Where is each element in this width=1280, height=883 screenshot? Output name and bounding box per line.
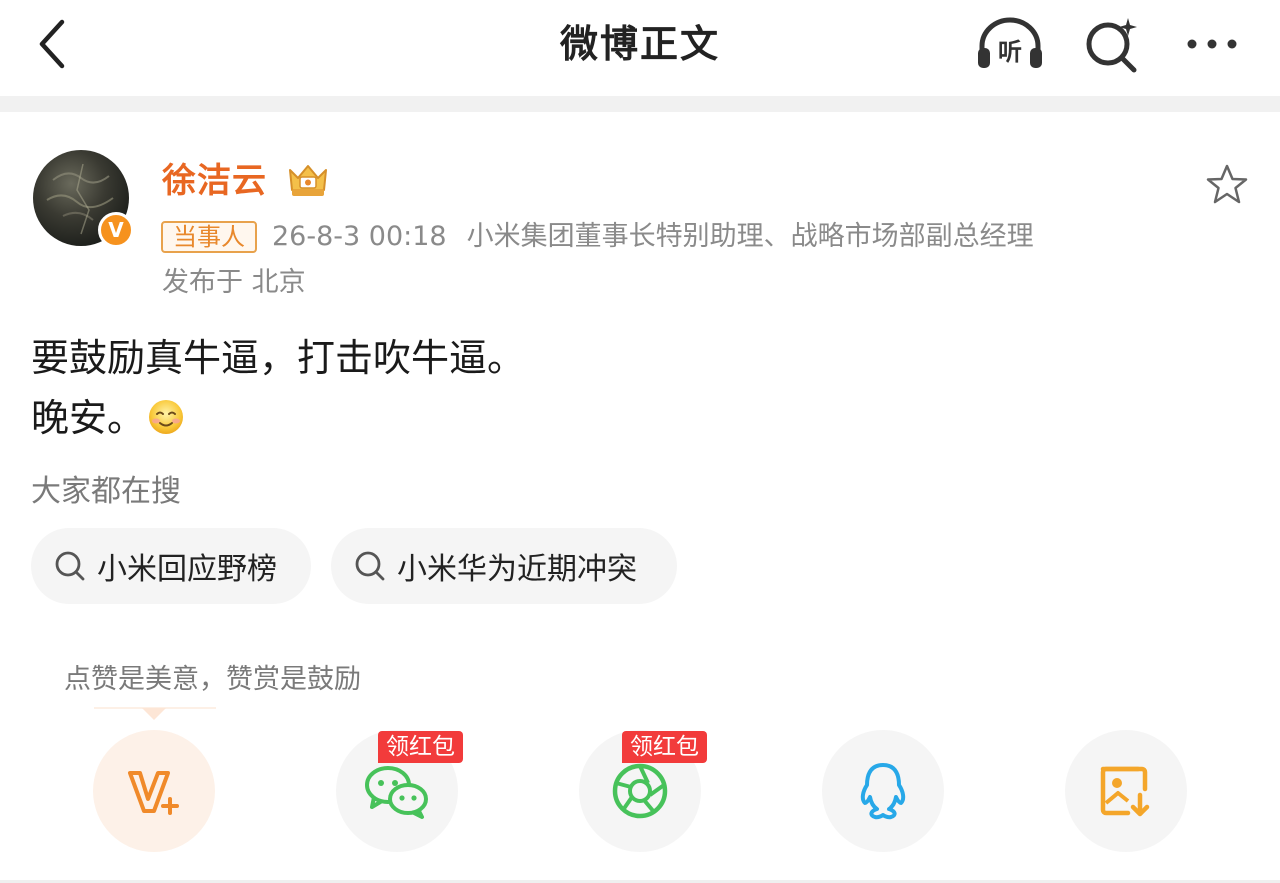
hot-search-chip-label: 小米华为近期冲突 <box>397 552 637 587</box>
listen-button[interactable]: 听 <box>974 12 1046 76</box>
chevron-left-icon <box>39 19 65 69</box>
share-qq-button[interactable] <box>822 730 944 852</box>
hot-search-chip-label: 小米回应野榜 <box>97 552 277 587</box>
save-image-button[interactable] <box>1065 730 1187 852</box>
reward-v-icon <box>128 771 179 815</box>
favorite-button[interactable] <box>1200 158 1254 212</box>
author-title: 小米集团董事长特别助理、战略市场部副总经理 <box>466 221 1034 252</box>
content-line: 要鼓励真牛逼，打击吹牛逼。 <box>31 336 526 380</box>
party-tag: 当事人 <box>161 221 257 253</box>
reward-button[interactable] <box>93 730 215 852</box>
hot-search-title: 大家都在搜 <box>31 474 181 509</box>
hot-search-chip[interactable]: 小米回应野榜 <box>31 528 311 604</box>
back-button[interactable] <box>22 14 82 74</box>
more-dots-icon <box>1187 39 1237 49</box>
post-location: 发布于 北京 <box>162 267 306 298</box>
headphones-icon: 听 <box>978 17 1042 68</box>
page-title: 微博正文 <box>559 22 720 66</box>
post-meta: 26-8-3 00:18 小米集团董事长特别助理、战略市场部副总经理 <box>272 216 1034 258</box>
post-time: 26-8-3 00:18 <box>272 221 447 252</box>
qq-icon <box>860 763 906 820</box>
content-line-2: 晚安。 <box>31 388 525 448</box>
crown-badge-icon <box>289 165 327 196</box>
content-line-text: 晚安。 <box>31 396 146 440</box>
svg-text:听: 听 <box>998 38 1022 66</box>
red-packet-tag: 领红包 <box>622 731 707 763</box>
moments-icon <box>612 763 668 819</box>
red-packet-tag: 领红包 <box>378 731 463 763</box>
more-button[interactable] <box>1176 12 1248 76</box>
hot-search-chip[interactable]: 小米华为近期冲突 <box>331 528 677 604</box>
verified-badge: V <box>98 212 134 248</box>
search-icon <box>353 549 387 583</box>
top-nav-bar: 微博正文 听 <box>0 0 1280 96</box>
reward-tip: 点赞是美意，赞赏是鼓励 <box>64 664 361 695</box>
search-sparkle-icon <box>1086 18 1137 73</box>
section-divider <box>0 96 1280 112</box>
wechat-icon <box>365 766 428 819</box>
search-button[interactable] <box>1076 12 1148 76</box>
smile-emoji-icon <box>149 400 184 434</box>
author-name[interactable]: 徐洁云 <box>162 156 267 206</box>
search-icon <box>53 549 87 583</box>
post-content: 要鼓励真牛逼，打击吹牛逼。 晚安。 <box>31 328 525 448</box>
star-icon <box>1206 164 1248 204</box>
tip-arrow <box>142 708 166 720</box>
save-image-icon <box>1100 766 1150 817</box>
